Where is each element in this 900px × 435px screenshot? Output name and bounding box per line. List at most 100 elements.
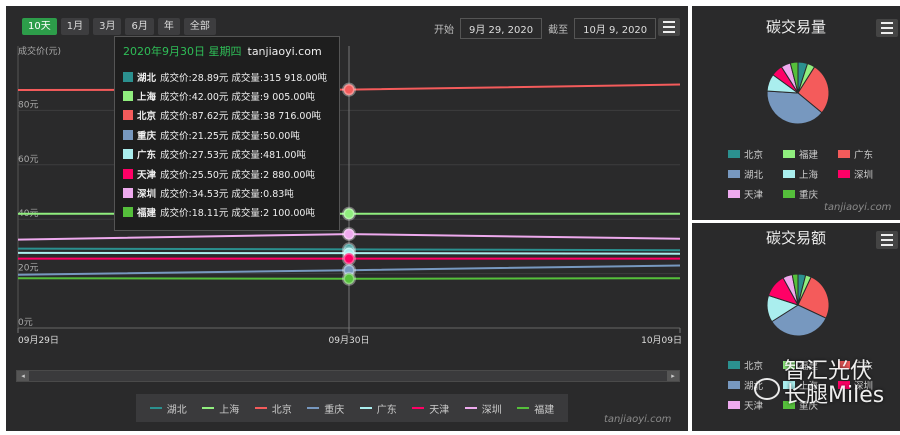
legend-swatch — [464, 407, 477, 409]
tooltip-row-上海: 上海 成交价:42.00元 成交量:9 005.00吨 — [123, 86, 331, 105]
legend-item-福建[interactable]: 福建 — [517, 401, 554, 416]
legend-swatch — [149, 407, 162, 409]
tooltip-series-name: 广东 — [137, 150, 157, 162]
x-tick-label: 10月09日 — [641, 335, 682, 346]
tooltip-swatch — [123, 149, 133, 160]
pie-legend-label: 湖北 — [744, 170, 764, 181]
pie-legend-item-福建[interactable]: 福建 — [783, 147, 838, 161]
pie-legend-swatch — [783, 190, 795, 198]
y-tick-label: 20元 — [18, 264, 38, 274]
pie-legend-label: 福建 — [799, 150, 819, 161]
tooltip-date: 2020年9月30日 星期四 — [123, 45, 242, 58]
overlay-watermark: 智汇光伏 长腿Miles — [752, 360, 884, 408]
tooltip-swatch — [123, 129, 133, 140]
legend-label: 北京 — [271, 404, 292, 416]
line-chart: 0元20元40元60元80元09月29日 09月30日 10月09日 — [17, 46, 682, 346]
volume-pie-panel: 碳交易量 北京 福建 广东 湖北 上海 深圳 天津 重庆 tanjiaoyi.com — [692, 6, 900, 220]
pie-legend-swatch — [728, 170, 740, 178]
pie-legend-label: 天津 — [744, 190, 764, 201]
legend-label: 广东 — [376, 404, 397, 416]
scroll-right-arrow-icon[interactable]: ▸ — [667, 371, 679, 381]
tooltip-swatch — [123, 207, 133, 218]
hover-marker-深圳[interactable] — [342, 227, 356, 242]
pie-legend-swatch — [783, 170, 795, 178]
tooltip-row-广东: 广东 成交价:27.53元 成交量:481.00吨 — [123, 145, 331, 164]
pie-legend-item-上海[interactable]: 上海 — [783, 167, 838, 181]
tooltip-series-value: 成交价:87.62元 成交量:38 716.00吨 — [160, 111, 321, 123]
legend-item-湖北[interactable]: 湖北 — [149, 401, 187, 416]
pie-legend-swatch — [783, 150, 795, 158]
legend-item-重庆[interactable]: 重庆 — [307, 401, 344, 416]
legend-label: 福建 — [534, 404, 555, 416]
legend-item-深圳[interactable]: 深圳 — [464, 401, 502, 416]
hover-marker-天津[interactable] — [342, 251, 356, 266]
legend-swatch — [307, 407, 320, 409]
tooltip-row-深圳: 深圳 成交价:34.53元 成交量:0.83吨 — [123, 183, 331, 202]
pie-legend-label: 重庆 — [799, 190, 819, 201]
hover-marker-北京[interactable] — [342, 82, 356, 97]
legend-label: 天津 — [429, 404, 450, 416]
navigator-scrollbar[interactable]: ◂ ▸ — [16, 370, 680, 382]
y-tick-label: 80元 — [18, 100, 38, 110]
legend-swatch — [359, 407, 372, 409]
price-chart-panel: 10天 1月 3月 6月 年 全部 开始 9月 29, 2020 截至 10月 … — [6, 6, 688, 431]
scroll-left-arrow-icon[interactable]: ◂ — [17, 371, 29, 381]
pie-legend-swatch — [728, 401, 740, 409]
legend-item-天津[interactable]: 天津 — [412, 401, 449, 416]
tooltip-row-北京: 北京 成交价:87.62元 成交量:38 716.00吨 — [123, 106, 331, 125]
tooltip-swatch — [123, 168, 133, 179]
legend-label: 湖北 — [166, 404, 187, 416]
overlay-line-1: 智汇光伏 — [784, 359, 873, 384]
legend-swatch — [254, 407, 267, 409]
pie-legend-swatch — [728, 381, 740, 389]
y-tick-label: 60元 — [18, 155, 38, 165]
hover-marker-上海[interactable] — [342, 206, 356, 221]
tooltip-series-name: 深圳 — [137, 189, 157, 201]
tooltip-series-value: 成交价:34.53元 成交量:0.83吨 — [160, 189, 294, 201]
tooltip-series-value: 成交价:25.50元 成交量:2 880.00吨 — [160, 169, 315, 181]
pie-legend-swatch — [728, 361, 740, 369]
legend-swatch — [202, 407, 215, 409]
overlay-line-2: 长腿Miles — [784, 383, 885, 408]
tooltip-row-湖北: 湖北 成交价:28.89元 成交量:315 918.00吨 — [123, 67, 331, 86]
tooltip-series-name: 北京 — [137, 111, 157, 123]
pie-legend-item-重庆[interactable]: 重庆 — [783, 187, 838, 201]
tooltip-series-name: 天津 — [137, 169, 157, 181]
tooltip-series-name: 福建 — [137, 208, 157, 220]
tooltip-series-value: 成交价:18.11元 成交量:2 100.00吨 — [160, 208, 315, 220]
tooltip-title: 2020年9月30日 星期四 tanjiaoyi.com — [123, 43, 331, 59]
pie-legend-swatch — [838, 150, 850, 158]
tooltip-swatch — [123, 188, 133, 199]
tooltip-row-重庆: 重庆 成交价:21.25元 成交量:50.00吨 — [123, 125, 331, 144]
legend-item-上海[interactable]: 上海 — [202, 401, 239, 416]
data-tooltip: 2020年9月30日 星期四 tanjiaoyi.com 湖北 成交价:28.89元… — [114, 36, 340, 231]
pie-legend-item-深圳[interactable]: 深圳 — [838, 167, 893, 181]
pie-legend-item-北京[interactable]: 北京 — [728, 147, 783, 161]
tooltip-series-name: 上海 — [137, 92, 157, 104]
tooltip-site: tanjiaoyi.com — [247, 45, 322, 58]
legend-label: 深圳 — [481, 404, 502, 416]
pie-legend-item-天津[interactable]: 天津 — [728, 187, 783, 201]
pie-legend-label: 北京 — [744, 150, 764, 161]
pie-legend-item-湖北[interactable]: 湖北 — [728, 167, 783, 181]
y-tick-label: 0元 — [18, 318, 33, 328]
pie-legend-item-广东[interactable]: 广东 — [838, 147, 893, 161]
watermark-pie1: tanjiaoyi.com — [824, 202, 892, 213]
x-tick-label: 09月30日 — [329, 335, 370, 346]
legend-item-广东[interactable]: 广东 — [359, 401, 397, 416]
x-tick-label: 09月29日 — [18, 335, 59, 346]
pie-legend-swatch — [728, 190, 740, 198]
legend-label: 上海 — [219, 404, 240, 416]
tooltip-row-福建: 福建 成交价:18.11元 成交量:2 100.00吨 — [123, 203, 331, 222]
volume-pie-legend: 北京 福建 广东湖北 上海 深圳天津 重庆 — [728, 147, 893, 201]
tooltip-series-value: 成交价:28.89元 成交量:315 918.00吨 — [160, 72, 328, 84]
pie-legend-label: 上海 — [799, 170, 819, 181]
tooltip-swatch — [123, 71, 133, 82]
legend-label: 重庆 — [324, 404, 345, 416]
legend-item-北京[interactable]: 北京 — [254, 401, 292, 416]
pie-legend-swatch — [728, 150, 740, 158]
tooltip-series-value: 成交价:27.53元 成交量:481.00吨 — [160, 150, 306, 162]
tooltip-series-value: 成交价:21.25元 成交量:50.00吨 — [160, 130, 300, 142]
watermark-main: tanjiaoyi.com — [604, 414, 672, 425]
hover-marker-福建[interactable] — [342, 271, 356, 286]
